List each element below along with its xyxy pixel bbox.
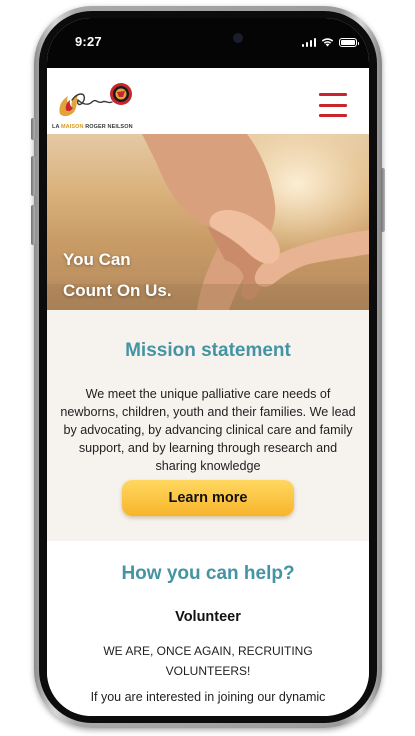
volume-up-button — [31, 156, 35, 196]
learn-more-button[interactable]: Learn more — [122, 480, 294, 516]
status-time: 9:27 — [75, 34, 102, 49]
battery-icon — [339, 38, 359, 47]
mission-title: Mission statement — [125, 340, 291, 361]
battery-fill — [341, 40, 355, 45]
volunteer-heading: Volunteer — [175, 609, 241, 625]
site-header: LA MAISON ROGER NEILSON — [47, 68, 369, 134]
status-icons — [301, 35, 359, 47]
logo-mark-icon — [59, 83, 132, 117]
device-mockup: 9:27 LA MAISON ROGER NEILSON You Can Cou… — [0, 0, 415, 736]
phone-screen: 9:27 LA MAISON ROGER NEILSON You Can Cou… — [47, 18, 369, 716]
join-text: If you are interested in joining our dyn… — [90, 690, 326, 704]
recruiting-text: WE ARE, ONCE AGAIN, RECRUITING VOLUNTEER… — [103, 644, 313, 678]
hero-banner: You Can Count On Us. — [47, 134, 369, 310]
mission-text: We meet the unique palliative care needs… — [60, 387, 356, 473]
status-bar: 9:27 — [47, 18, 369, 68]
logo-wordmark: LA MAISON ROGER NEILSON — [52, 124, 133, 130]
hamburger-menu-icon[interactable] — [319, 93, 347, 117]
cellular-signal-icon — [301, 37, 316, 47]
help-title: How you can help? — [121, 563, 295, 584]
hero-line-1: You Can — [63, 250, 131, 269]
action-button — [31, 118, 35, 140]
site-logo[interactable]: LA MAISON ROGER NEILSON — [52, 80, 133, 130]
hero-line-2: Count On Us. — [63, 281, 172, 300]
power-button — [381, 168, 385, 232]
volume-down-button — [31, 205, 35, 245]
mission-section: Mission statement We meet the unique pal… — [47, 310, 369, 541]
help-section: How you can help? Volunteer WE ARE, ONCE… — [47, 541, 369, 716]
wifi-icon — [321, 38, 334, 47]
front-camera-icon — [233, 33, 243, 43]
hero-tagline: You Can Count On Us. — [63, 244, 233, 306]
